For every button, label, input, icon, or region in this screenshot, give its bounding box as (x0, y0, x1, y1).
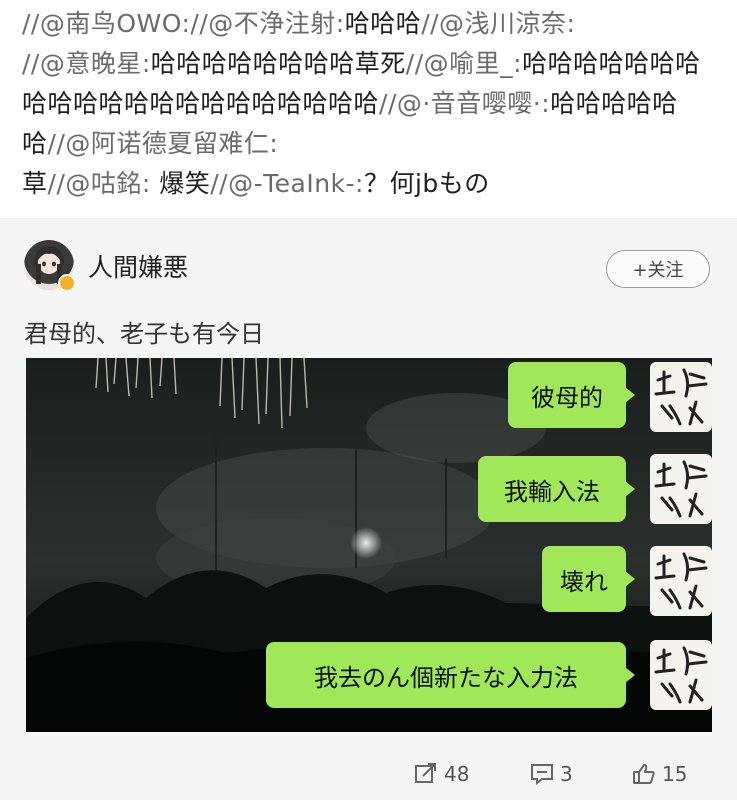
like-icon (633, 764, 655, 784)
mention-link[interactable]: //@·音音嘤嘤·: (379, 89, 550, 118)
follow-button[interactable]: +关注 (606, 250, 710, 288)
mention-link[interactable]: //@意晚星: (22, 49, 151, 78)
repost-action[interactable]: 48 (414, 762, 469, 786)
mention-link[interactable]: //@阿诺德夏留难仁: (48, 129, 279, 158)
verified-badge-icon (58, 274, 76, 292)
mention-link[interactable]: //@南鸟OWO: (22, 9, 190, 38)
comment-count: 3 (560, 762, 573, 786)
like-action[interactable]: 15 (632, 762, 687, 786)
sticker-image (650, 454, 712, 524)
repost-text: 草 (22, 169, 48, 198)
repost-text: 哈哈哈 (344, 9, 422, 38)
sticker-image (650, 362, 712, 432)
chat-bubble: 我去のん個新たな入力法 (266, 642, 635, 708)
mention-link[interactable]: //@-TeaInk-: (210, 169, 364, 198)
like-count: 15 (662, 762, 688, 786)
mention-link[interactable]: //@不浄注射: (190, 9, 344, 38)
repost-text: ？何jbもの (363, 169, 490, 198)
mention-link[interactable]: //@咕銘: (48, 169, 151, 198)
chat-bubble: 彼母的 (508, 362, 635, 428)
post-text: 君母的、老子も有今日 (24, 320, 264, 348)
mention-link[interactable]: //@喻里_: (406, 49, 522, 78)
repost-icon (415, 763, 436, 783)
mention-link[interactable]: //@浅川涼奈: (421, 9, 575, 38)
embedded-image[interactable]: 彼母的 我輸入法 壊れ 我去のん個新たな入力法 (26, 358, 712, 732)
repost-chain: //@南鸟OWO://@不浄注射:哈哈哈//@浅川涼奈: //@意晚星:哈哈哈哈… (22, 4, 722, 204)
repost-text: 爆笑 (150, 169, 211, 198)
repost-text: 哈哈哈哈哈哈哈哈草死 (150, 49, 406, 78)
comment-icon (531, 764, 553, 785)
chat-bubble: 壊れ (542, 546, 635, 612)
comment-action[interactable]: 3 (530, 762, 573, 786)
chat-bubble: 我輸入法 (478, 456, 635, 522)
username[interactable]: 人間嫌悪 (88, 248, 188, 284)
sticker-image (650, 546, 712, 616)
sticker-image (650, 640, 712, 710)
repost-count: 48 (444, 762, 470, 786)
